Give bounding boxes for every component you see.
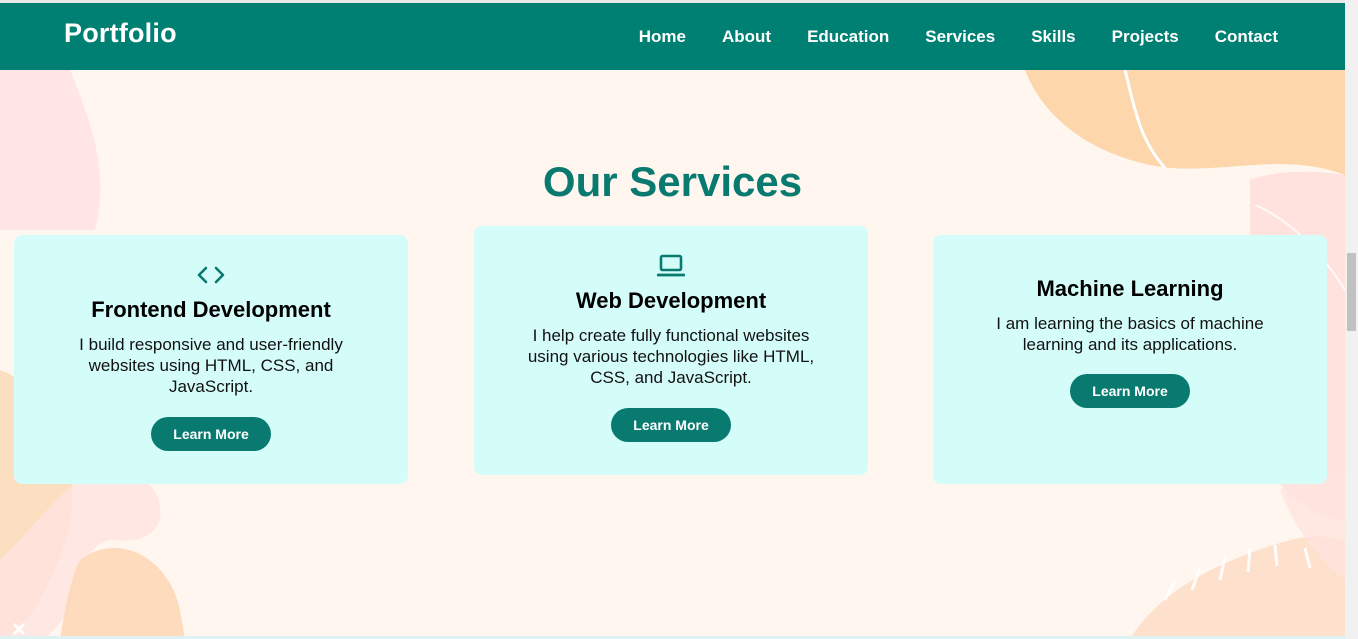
code-icon [197,266,225,284]
nav-links: Home About Education Services Skills Pro… [639,27,1278,47]
service-card-frontend: Frontend Development I build responsive … [14,235,408,484]
nav-link-education[interactable]: Education [807,27,889,47]
laptop-icon [657,254,685,277]
learn-more-button[interactable]: Learn More [1070,374,1190,408]
service-card-ml: Machine Learning I am learning the basic… [933,235,1327,484]
card-title: Frontend Development [91,297,331,322]
scrollbar-thumb[interactable] [1347,253,1356,331]
card-description: I build responsive and user-friendly web… [79,335,343,396]
navbar: Portfolio Home About Education Services … [0,3,1345,70]
nav-link-skills[interactable]: Skills [1031,27,1075,47]
learn-more-button[interactable]: Learn More [151,417,271,451]
nav-link-home[interactable]: Home [639,27,686,47]
card-description: I help create fully functional websites … [527,326,815,387]
page-viewport: Portfolio Home About Education Services … [0,0,1345,639]
bottom-right-blob [1130,536,1345,639]
nav-link-contact[interactable]: Contact [1215,27,1278,47]
section-title: Our Services [542,158,803,205]
learn-more-button[interactable]: Learn More [611,408,731,442]
card-title: Machine Learning [1036,276,1224,301]
card-description: I am learning the basics of machine lear… [996,314,1264,354]
nav-link-about[interactable]: About [722,27,771,47]
service-card-web: Web Development I help create fully func… [474,226,868,475]
brand-logo[interactable]: Portfolio [64,18,177,49]
vertical-scrollbar[interactable] [1345,0,1358,639]
nav-link-services[interactable]: Services [925,27,995,47]
card-title: Web Development [575,288,767,313]
left-pink-blob [0,70,101,230]
nav-link-projects[interactable]: Projects [1112,27,1179,47]
